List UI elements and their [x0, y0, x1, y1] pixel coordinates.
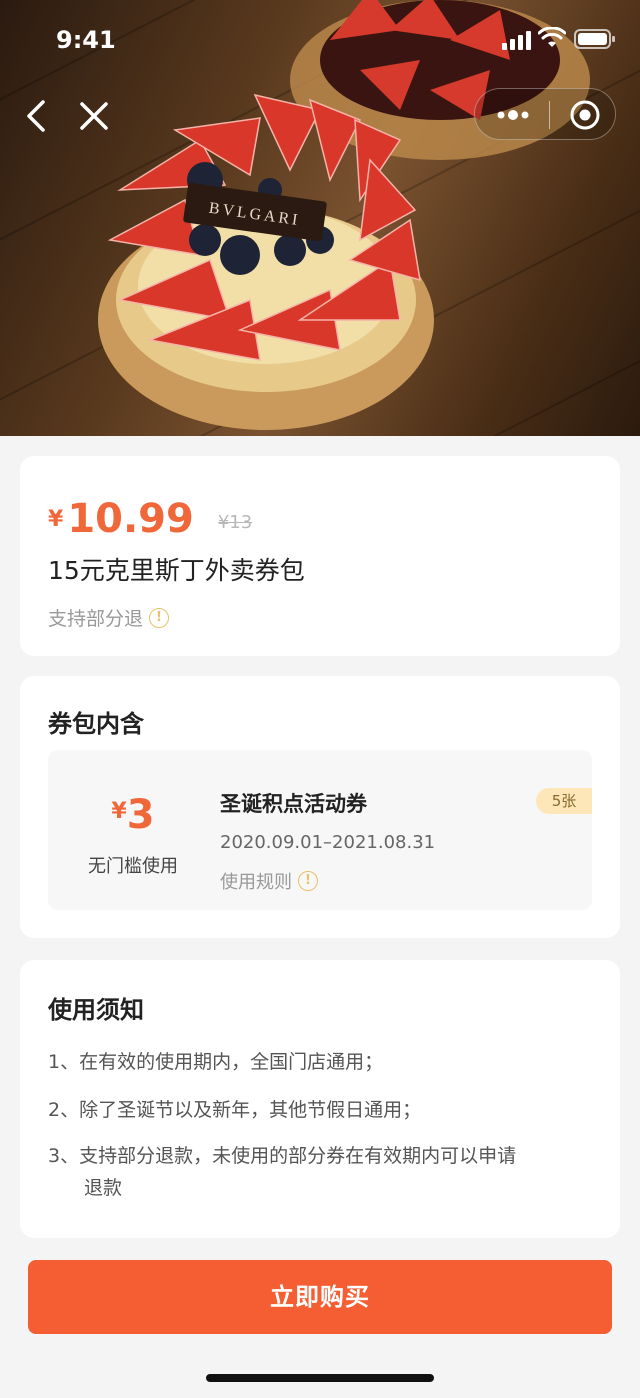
note-text: 在有效的使用期内，全国门店通用；: [79, 1051, 384, 1073]
current-price: 10.99: [67, 496, 194, 542]
refund-note-row[interactable]: 支持部分退 !: [48, 604, 170, 631]
note-item: 3、支持部分退款，未使用的部分券在有效期内可以申请 退款: [48, 1140, 600, 1204]
coupon-item[interactable]: ¥3 无门槛使用 圣诞积点活动券 2020.09.01–2021.08.31 使…: [48, 750, 592, 910]
status-bar: 9:41: [0, 0, 640, 80]
info-icon[interactable]: !: [149, 607, 170, 628]
wifi-icon: [538, 27, 566, 47]
info-icon[interactable]: !: [298, 871, 318, 891]
close-icon[interactable]: [74, 94, 114, 138]
note-text-continued: 退款: [84, 1177, 123, 1199]
note-text: 支持部分退款，未使用的部分券在有效期内可以申请: [79, 1145, 517, 1167]
coupon-value-block: ¥3 无门槛使用: [48, 750, 218, 910]
status-time: 9:41: [56, 26, 116, 54]
price-currency: ¥: [48, 507, 64, 532]
back-icon[interactable]: [18, 94, 58, 138]
notes-section-title: 使用须知: [48, 996, 144, 1024]
note-item: 2、除了圣诞节以及新年，其他节假日通用；: [48, 1094, 421, 1126]
note-text: 除了圣诞节以及新年，其他节假日通用；: [79, 1099, 422, 1121]
coupon-threshold: 无门槛使用: [88, 856, 178, 877]
note-number: 1、: [48, 1051, 80, 1073]
coupon-value: ¥3: [48, 792, 218, 838]
note-number: 3、: [48, 1145, 80, 1167]
coupon-count-badge: 5张: [536, 788, 592, 814]
mini-program-capsule: [474, 88, 616, 140]
coupon-currency: ¥: [111, 799, 127, 824]
note-item: 1、在有效的使用期内，全国门店通用；: [48, 1046, 383, 1078]
cellular-signal-icon: [502, 31, 531, 50]
coupon-amount: 3: [126, 792, 155, 838]
coupon-rules-link[interactable]: 使用规则 !: [220, 868, 318, 894]
refund-note: 支持部分退: [48, 608, 144, 630]
usage-notes-card: 使用须知 1、在有效的使用期内，全国门店通用； 2、除了圣诞节以及新年，其他节假…: [20, 960, 620, 1238]
exit-target-icon[interactable]: [567, 97, 603, 133]
price-row: ¥10.99 ¥13: [48, 496, 252, 542]
coupon-validity-dates: 2020.09.01–2021.08.31: [220, 832, 436, 853]
product-title: 15元克里斯丁外卖券包: [48, 556, 305, 585]
note-number: 2、: [48, 1099, 80, 1121]
coupon-name: 圣诞积点活动券: [220, 792, 367, 816]
battery-icon: [574, 29, 615, 49]
home-indicator: [206, 1374, 434, 1382]
bundle-section-title: 券包内含: [48, 710, 144, 738]
buy-now-button[interactable]: 立即购买: [28, 1260, 612, 1334]
original-price: ¥13: [217, 512, 253, 533]
more-icon[interactable]: [493, 101, 533, 129]
bundle-contents-card: 券包内含 ¥3 无门槛使用 圣诞积点活动券 2020.09.01–2021.08…: [20, 676, 620, 938]
coupon-rules-label: 使用规则: [220, 872, 292, 893]
capsule-divider: [549, 101, 550, 129]
hero-image: BVLGARI 9:41: [0, 0, 640, 436]
product-price-card: ¥10.99 ¥13 15元克里斯丁外卖券包 支持部分退 !: [20, 456, 620, 656]
